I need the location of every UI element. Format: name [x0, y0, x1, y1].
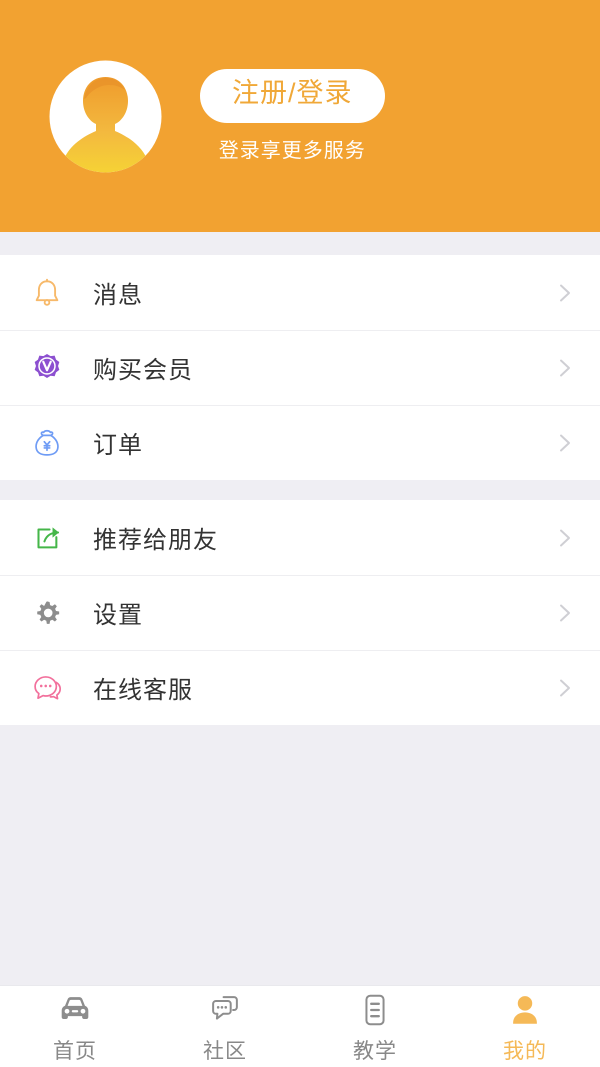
tab-community[interactable]: 社区	[150, 986, 300, 1067]
header-text-block: 注册/登录 登录享更多服务	[200, 69, 385, 162]
menu-item-messages[interactable]: 消息	[0, 255, 600, 330]
menu-item-label: 购买会员	[93, 357, 193, 384]
menu-item-label: 在线客服	[93, 677, 193, 704]
chat-bubbles-icon	[204, 989, 246, 1031]
menu-item-recommend-to-friends[interactable]: 推荐给朋友	[0, 500, 600, 575]
menu-item-label: 推荐给朋友	[93, 527, 218, 554]
chevron-right-icon	[554, 602, 576, 624]
menu-item-label: 设置	[93, 602, 143, 629]
vip-badge-icon	[27, 348, 67, 388]
share-icon	[27, 518, 67, 558]
tab-label: 教学	[353, 1039, 397, 1063]
header-list-gap	[0, 232, 600, 255]
menu-item-orders[interactable]: 订单	[0, 405, 600, 480]
register-login-button[interactable]: 注册/登录	[200, 69, 385, 123]
money-bag-icon	[27, 423, 67, 463]
chevron-right-icon	[554, 357, 576, 379]
tab-mine[interactable]: 我的	[450, 986, 600, 1067]
chevron-right-icon	[554, 282, 576, 304]
menu-group-general: 推荐给朋友 设置 在线客服	[0, 500, 600, 725]
page-spacer	[0, 725, 600, 985]
chevron-right-icon	[554, 527, 576, 549]
chevron-right-icon	[554, 677, 576, 699]
login-subtitle: 登录享更多服务	[218, 139, 366, 162]
user-avatar-placeholder-icon[interactable]	[48, 59, 163, 174]
car-icon	[54, 989, 96, 1031]
tab-label: 社区	[203, 1039, 247, 1063]
menu-item-label: 订单	[93, 432, 143, 459]
chevron-right-icon	[554, 432, 576, 454]
profile-header: 注册/登录 登录享更多服务	[0, 0, 600, 232]
tab-label: 我的	[503, 1039, 547, 1063]
chat-support-icon	[27, 668, 67, 708]
menu-item-buy-membership[interactable]: 购买会员	[0, 330, 600, 405]
gear-icon	[27, 593, 67, 633]
person-icon	[504, 989, 546, 1031]
menu-item-label: 消息	[93, 282, 143, 309]
menu-item-online-support[interactable]: 在线客服	[0, 650, 600, 725]
tab-home[interactable]: 首页	[0, 986, 150, 1067]
menu-item-settings[interactable]: 设置	[0, 575, 600, 650]
document-lines-icon	[354, 989, 396, 1031]
bell-icon	[27, 273, 67, 313]
menu-groups-gap	[0, 480, 600, 500]
profile-screen: 注册/登录 登录享更多服务 消息 购买会员 订单 推荐给朋友 设置 在线客服 首…	[0, 0, 600, 1067]
menu-group-account: 消息 购买会员 订单	[0, 255, 600, 480]
tab-teaching[interactable]: 教学	[300, 986, 450, 1067]
tab-label: 首页	[53, 1039, 97, 1063]
bottom-tab-bar: 首页 社区 教学 我的	[0, 985, 600, 1067]
